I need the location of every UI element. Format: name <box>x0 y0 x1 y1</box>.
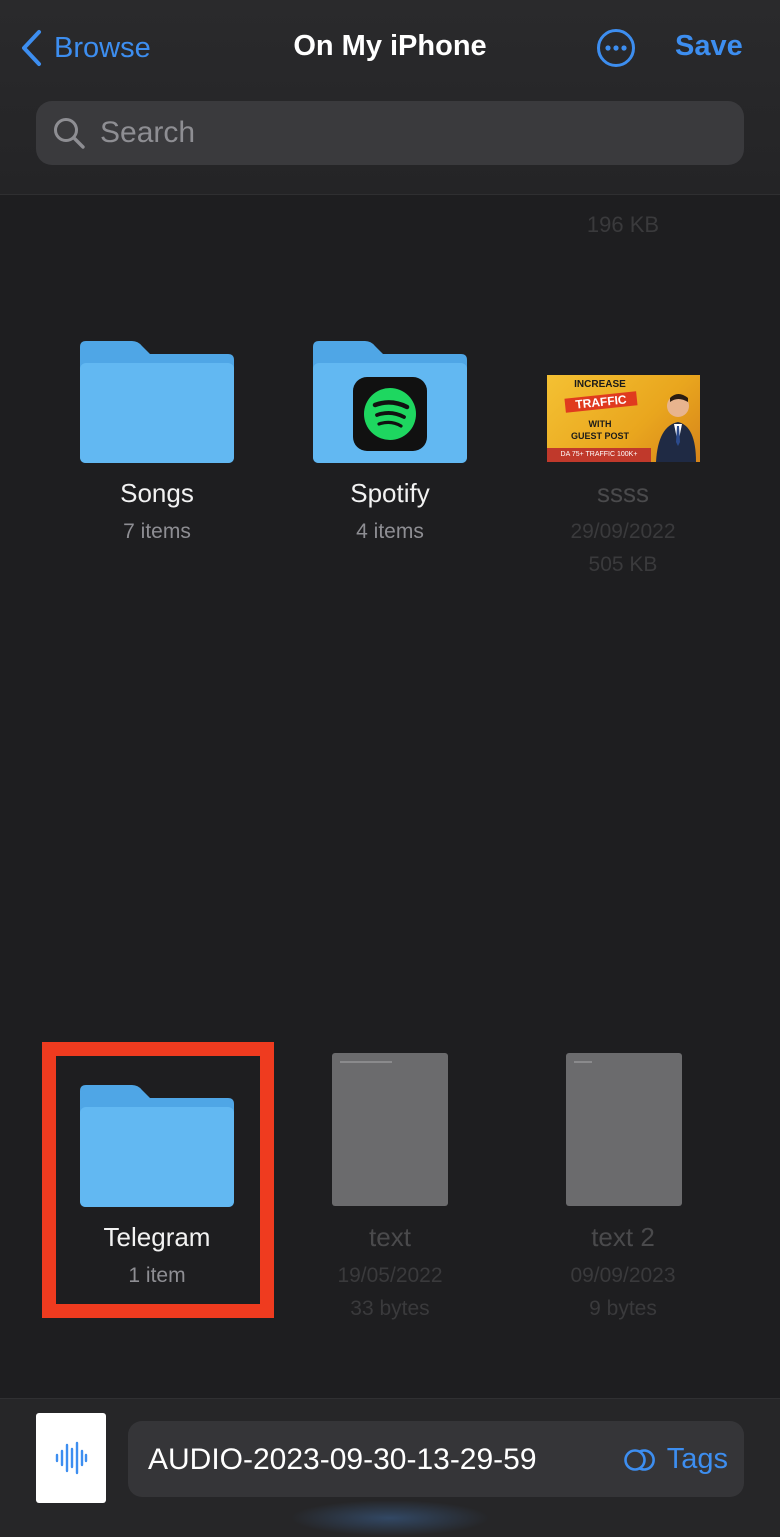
bottom-glow <box>290 1500 490 1536</box>
item-date: 09/09/2023 <box>570 1264 676 1287</box>
item-date: 29/09/2022 <box>570 520 676 543</box>
document-thumbnail <box>566 1053 682 1206</box>
navigation-bar: Browse On My iPhone Save <box>0 0 780 195</box>
audio-file-thumbnail <box>36 1413 106 1503</box>
save-button[interactable]: Save <box>675 30 743 63</box>
item-size: 9 bytes <box>589 1297 657 1320</box>
more-options-icon[interactable] <box>596 28 636 68</box>
item-name: Songs <box>120 478 194 508</box>
thumbnail-text: WITH <box>588 419 612 429</box>
thumbnail-text: INCREASE <box>574 379 626 390</box>
person-graphic <box>656 394 696 462</box>
tags-button[interactable]: Tags <box>623 1443 728 1476</box>
item-name: ssss <box>597 478 649 508</box>
search-field[interactable] <box>36 101 744 165</box>
item-meta: 7 items <box>123 520 191 543</box>
item-name: text <box>369 1222 411 1252</box>
search-input[interactable] <box>98 115 702 151</box>
spotify-folder-icon <box>313 341 467 463</box>
image-thumbnail: INCREASE TRAFFIC WITH GUEST POST DA 75+ … <box>547 375 700 462</box>
tags-icon <box>623 1448 655 1471</box>
cutoff-size-label: 196 KB <box>586 212 660 237</box>
page-title: On My iPhone <box>293 30 487 62</box>
thumbnail-text: GUEST POST <box>570 431 629 441</box>
item-name: text 2 <box>591 1222 655 1252</box>
waveform-icon <box>55 1441 88 1475</box>
item-size: 33 bytes <box>350 1297 430 1320</box>
item-meta: 4 items <box>356 520 424 543</box>
filename-field[interactable]: AUDIO-2023-09-30-13-29-59 Tags <box>128 1421 744 1497</box>
search-icon <box>54 118 85 149</box>
item-size: 505 KB <box>588 553 658 576</box>
filename-text[interactable]: AUDIO-2023-09-30-13-29-59 <box>148 1443 537 1477</box>
folder-icon <box>80 341 234 463</box>
tags-label: Tags <box>666 1443 728 1475</box>
item-name: Spotify <box>350 478 430 508</box>
thumbnail-text: DA 75+ TRAFFIC 100K+ <box>547 448 651 462</box>
document-thumbnail <box>332 1053 448 1206</box>
item-date: 19/05/2022 <box>337 1264 443 1287</box>
highlight-box <box>42 1042 274 1318</box>
thumbnail-text: TRAFFIC <box>564 391 638 413</box>
